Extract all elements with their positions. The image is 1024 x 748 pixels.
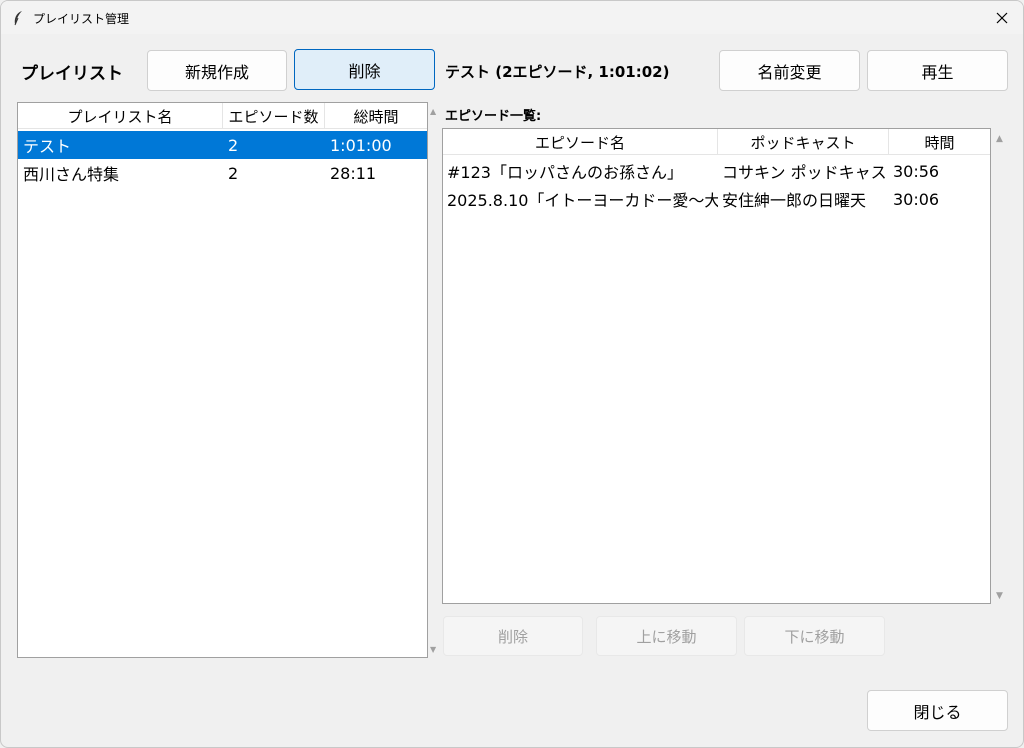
playlist-row[interactable]: テスト 2 1:01:00	[18, 131, 427, 159]
playlist-name-cell: テスト	[23, 137, 72, 156]
play-button[interactable]: 再生	[867, 50, 1008, 91]
pane-scroll-up-icon[interactable]: ▲	[430, 107, 436, 116]
playlist-row[interactable]: 西川さん特集 2 28:11	[18, 159, 427, 187]
title-bar: プレイリスト管理	[1, 1, 1023, 34]
episode-row[interactable]: #123「ロッパさんのお孫さん」 コサキン ポッドキャストD 30:56	[443, 157, 990, 185]
episode-name-cell: 2025.8.10「イトーヨーカドー愛～大きな	[447, 191, 718, 210]
episode-count-cell: 2	[228, 163, 239, 183]
delete-episode-button[interactable]: 削除	[443, 616, 583, 656]
episode-table[interactable]: エピソード名 ポッドキャスト 時間 #123「ロッパさんのお孫さん」 コサキン …	[442, 128, 991, 604]
column-total-time[interactable]: 総時間	[325, 103, 427, 129]
playlist-table[interactable]: プレイリスト名 エピソード数 総時間 テスト 2 1:01:00 西川さん特集 …	[17, 102, 428, 658]
feather-icon	[14, 11, 22, 26]
new-playlist-button[interactable]: 新規作成	[147, 50, 287, 91]
window-title: プレイリスト管理	[33, 12, 130, 26]
episode-scroll-up-icon[interactable]: ▲	[996, 134, 1003, 144]
episode-name-cell: #123「ロッパさんのお孫さん」	[447, 163, 683, 182]
episode-table-header: エピソード名 ポッドキャスト 時間	[443, 129, 990, 155]
rename-button[interactable]: 名前変更	[719, 50, 860, 91]
episode-scroll-down-icon[interactable]: ▼	[996, 591, 1003, 601]
column-episode-count[interactable]: エピソード数	[223, 103, 325, 129]
column-episode-name[interactable]: エピソード名	[443, 129, 718, 155]
episode-count-cell: 2	[228, 135, 239, 155]
playlist-table-header: プレイリスト名 エピソード数 総時間	[18, 103, 427, 129]
column-playlist-name[interactable]: プレイリスト名	[18, 103, 223, 129]
close-icon	[996, 12, 1008, 23]
column-podcast[interactable]: ポッドキャスト	[718, 129, 889, 155]
playlist-manager-window: プレイリスト管理 プレイリスト 新規作成 削除 テスト (2エピソード, 1:0…	[0, 0, 1024, 748]
move-down-button[interactable]: 下に移動	[744, 616, 885, 656]
playlist-name-cell: 西川さん特集	[23, 165, 120, 184]
pane-scroll-down-icon[interactable]: ▼	[430, 645, 436, 654]
delete-playlist-button[interactable]: 削除	[294, 49, 435, 90]
column-time[interactable]: 時間	[889, 129, 990, 155]
total-time-cell: 1:01:00	[330, 135, 392, 155]
selected-playlist-info: テスト (2エピソード, 1:01:02)	[445, 63, 670, 81]
episode-row[interactable]: 2025.8.10「イトーヨーカドー愛～大きな 安住紳一郎の日曜天 30:06	[443, 185, 990, 213]
close-button[interactable]: 閉じる	[867, 690, 1008, 731]
playlist-label: プレイリスト	[21, 64, 123, 84]
move-up-button[interactable]: 上に移動	[596, 616, 737, 656]
close-window-button[interactable]	[979, 1, 1023, 34]
time-cell: 30:56	[893, 161, 940, 181]
episode-list-label: エピソード一覧:	[445, 109, 542, 124]
total-time-cell: 28:11	[330, 163, 377, 183]
time-cell: 30:06	[893, 189, 940, 209]
podcast-cell: コサキン ポッドキャストD	[722, 163, 889, 182]
podcast-cell: 安住紳一郎の日曜天	[722, 191, 867, 210]
